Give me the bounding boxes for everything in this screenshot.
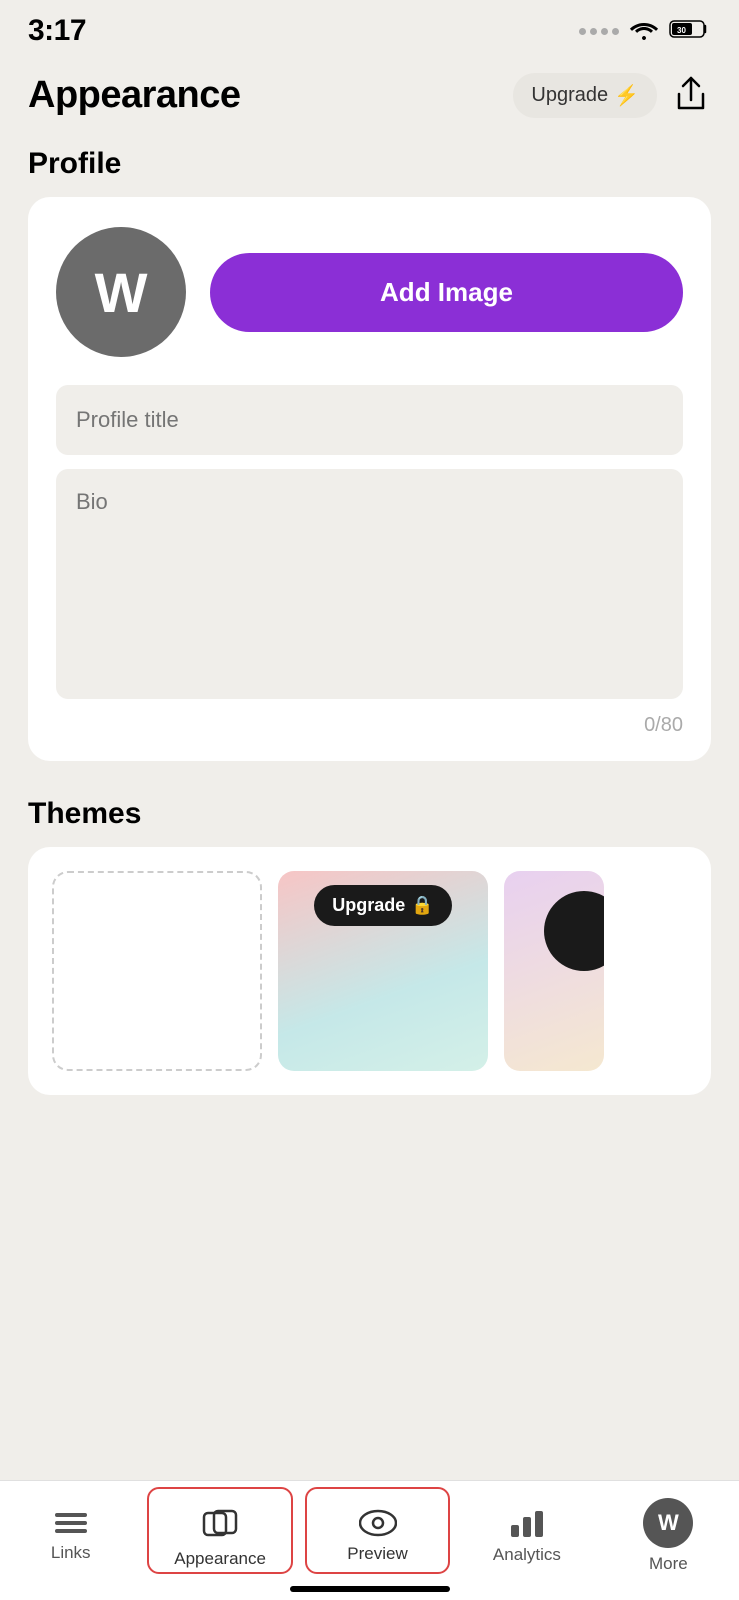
avatar-row: W Add Image (56, 227, 683, 357)
theme-item-pink[interactable]: Upgrade 🔒 (278, 871, 488, 1071)
bio-input[interactable] (56, 469, 683, 699)
nav-appearance[interactable]: Appearance (147, 1487, 292, 1574)
status-bar: 3:17 30 (0, 0, 739, 54)
add-image-button[interactable]: Add Image (210, 253, 683, 332)
more-avatar-letter: W (658, 1510, 679, 1536)
links-icon (53, 1509, 89, 1537)
profile-title-input[interactable] (56, 385, 683, 455)
status-time: 3:17 (28, 14, 86, 48)
upgrade-icon: ⚡ (614, 83, 639, 108)
upgrade-badge-label: Upgrade (332, 895, 405, 916)
battery-icon: 30 (669, 18, 711, 45)
profile-section-title: Profile (28, 147, 711, 181)
lock-icon: 🔒 (411, 895, 433, 916)
profile-card: W Add Image 0/80 (28, 197, 711, 761)
svg-text:30: 30 (677, 26, 686, 35)
bio-counter: 0/80 (56, 714, 683, 737)
links-label: Links (51, 1543, 91, 1563)
avatar-letter: W (95, 260, 148, 325)
analytics-icon (509, 1507, 545, 1539)
signal-icon (579, 28, 619, 35)
bottom-nav: Links Appearance Preview (0, 1480, 739, 1600)
wifi-icon (629, 18, 659, 45)
themes-section-title: Themes (28, 797, 711, 831)
theme-item-purple[interactable] (504, 871, 604, 1071)
share-button[interactable] (671, 72, 711, 119)
nav-more[interactable]: W More (598, 1481, 739, 1580)
preview-icon (359, 1508, 397, 1538)
themes-card: Upgrade 🔒 (28, 847, 711, 1095)
more-label: More (649, 1554, 688, 1574)
main-content: Profile W Add Image 0/80 Themes U (0, 129, 739, 1255)
home-indicator (290, 1586, 450, 1592)
theme-item-blank[interactable] (52, 871, 262, 1071)
page-title: Appearance (28, 74, 241, 117)
status-icons: 30 (579, 18, 711, 45)
themes-section: Themes Upgrade 🔒 (28, 797, 711, 1095)
nav-links[interactable]: Links (0, 1481, 141, 1580)
page-header: Appearance Upgrade ⚡ (0, 54, 739, 129)
header-actions: Upgrade ⚡ (513, 72, 711, 119)
avatar: W (56, 227, 186, 357)
upgrade-button[interactable]: Upgrade ⚡ (513, 73, 657, 118)
upgrade-badge: Upgrade 🔒 (314, 885, 451, 926)
upgrade-label: Upgrade (531, 84, 608, 107)
preview-label: Preview (347, 1544, 407, 1564)
more-avatar: W (643, 1498, 693, 1548)
analytics-label: Analytics (493, 1545, 561, 1565)
appearance-label: Appearance (174, 1549, 266, 1569)
nav-preview[interactable]: Preview (305, 1487, 450, 1574)
theme-circle-decoration (544, 891, 604, 971)
themes-row: Upgrade 🔒 (52, 871, 687, 1071)
appearance-icon (200, 1503, 240, 1543)
nav-analytics[interactable]: Analytics (456, 1481, 597, 1580)
